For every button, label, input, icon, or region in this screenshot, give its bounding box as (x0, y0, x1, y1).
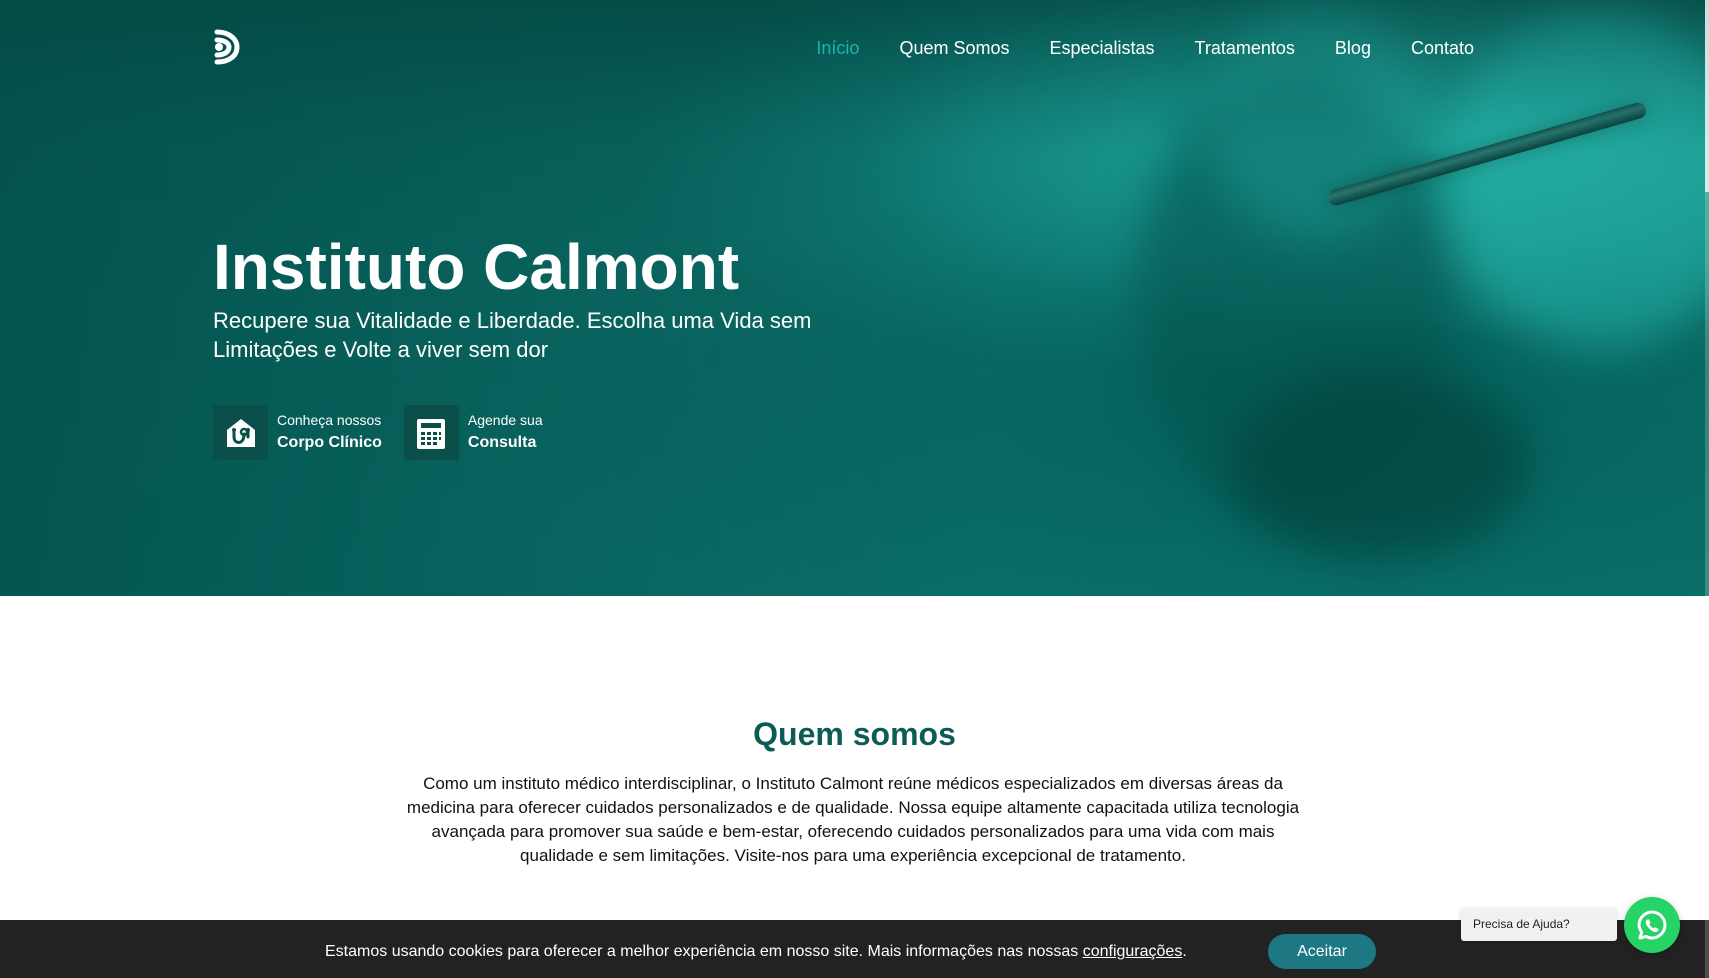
consulta-top-text: Agende sua (467, 412, 543, 428)
consulta-label: Consulta (467, 434, 537, 451)
logo-icon[interactable] (213, 28, 241, 66)
agendar-consulta-link[interactable]: Agende sua Consulta (403, 405, 543, 460)
cookie-message-end: . (1182, 943, 1187, 960)
nav-item-contato[interactable]: Contato (1411, 36, 1474, 60)
hero-subtitle: Recupere sua Vitalidade e Liberdade. Esc… (213, 308, 812, 362)
about-description: Como um instituto médico interdisciplina… (406, 774, 1300, 865)
corpo-clinico-link[interactable]: Conheça nossos Corpo Clínico (213, 405, 382, 460)
calendar-icon (403, 405, 459, 460)
hero-actions: Conheça nossos Corpo Clínico Agende sua … (213, 405, 543, 460)
hero-background-photo (1135, 70, 1455, 520)
nav-item-quem-somos[interactable]: Quem Somos (899, 36, 1009, 60)
cookie-settings-link[interactable]: configurações (1083, 943, 1183, 960)
about-title: Quem somos (753, 716, 956, 752)
corpo-clinico-top-text: Conheça nossos (277, 412, 382, 428)
page: Início Quem Somos Especialistas Tratamen… (0, 0, 1709, 978)
hero-background-shadow (1230, 370, 1530, 560)
corpo-clinico-label: Corpo Clínico (277, 434, 382, 451)
accept-cookies-button[interactable]: Aceitar (1268, 934, 1376, 969)
nav-item-blog[interactable]: Blog (1335, 36, 1371, 60)
cookie-message-text: Estamos usando cookies para oferecer a m… (325, 943, 1083, 960)
hero-background-pen (1326, 100, 1648, 208)
stethoscope-home-icon (213, 405, 268, 460)
consulta-text: Agende sua Consulta (468, 411, 543, 454)
scrollbar-thumb[interactable] (1705, 0, 1709, 192)
hero-title: Instituto Calmont (213, 231, 740, 303)
hero-background-glove (1445, 10, 1709, 350)
cookie-message: Estamos usando cookies para oferecer a m… (325, 940, 1187, 964)
main-navigation: Início Quem Somos Especialistas Tratamen… (816, 36, 1474, 60)
nav-item-especialistas[interactable]: Especialistas (1050, 36, 1155, 60)
hero-section: Início Quem Somos Especialistas Tratamen… (0, 0, 1709, 596)
nav-item-inicio[interactable]: Início (816, 36, 859, 60)
whatsapp-icon[interactable] (1624, 897, 1680, 953)
nav-item-tratamentos[interactable]: Tratamentos (1195, 36, 1295, 60)
help-tooltip: Precisa de Ajuda? (1461, 908, 1617, 941)
corpo-clinico-text: Conheça nossos Corpo Clínico (277, 411, 382, 454)
